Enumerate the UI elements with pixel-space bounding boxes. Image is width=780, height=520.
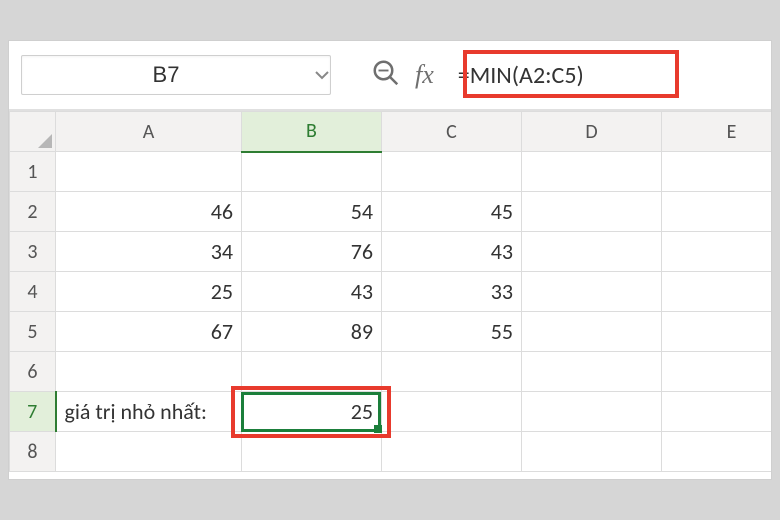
row-header-3[interactable]: 3	[10, 232, 56, 272]
col-header-E[interactable]: E	[662, 112, 772, 152]
chevron-down-icon[interactable]	[310, 60, 334, 90]
cell-C3[interactable]: 43	[382, 232, 522, 272]
row-header-8[interactable]: 8	[10, 432, 56, 472]
cell-E6[interactable]	[662, 352, 772, 392]
formula-toolbar: fx =MIN(A2:C5)	[9, 41, 771, 111]
cell-C4[interactable]: 33	[382, 272, 522, 312]
cell-E5[interactable]	[662, 312, 772, 352]
cell-A2[interactable]: 46	[56, 192, 242, 232]
cell-E4[interactable]	[662, 272, 772, 312]
select-all-corner[interactable]	[10, 112, 56, 152]
col-header-A[interactable]: A	[56, 112, 242, 152]
col-header-B[interactable]: B	[242, 112, 382, 152]
cell-D7[interactable]	[522, 392, 662, 432]
cell-B7[interactable]: 25	[242, 392, 382, 432]
cell-D5[interactable]	[522, 312, 662, 352]
col-header-D[interactable]: D	[522, 112, 662, 152]
cell-C6[interactable]	[382, 352, 522, 392]
cell-B8[interactable]	[242, 432, 382, 472]
cell-A7[interactable]: giá trị nhỏ nhất:	[56, 392, 242, 432]
row-header-6[interactable]: 6	[10, 352, 56, 392]
name-box-input[interactable]	[22, 62, 310, 88]
cell-D3[interactable]	[522, 232, 662, 272]
cell-E1[interactable]	[662, 152, 772, 192]
row-header-1[interactable]: 1	[10, 152, 56, 192]
cell-C7[interactable]	[382, 392, 522, 432]
cell-A6[interactable]	[56, 352, 242, 392]
cell-A3[interactable]: 34	[56, 232, 242, 272]
cell-E3[interactable]	[662, 232, 772, 272]
grid[interactable]: A B C D E 1 2 46 54	[9, 111, 771, 472]
row-header-4[interactable]: 4	[10, 272, 56, 312]
name-box[interactable]	[21, 55, 331, 95]
cell-C8[interactable]	[382, 432, 522, 472]
cell-B5[interactable]: 89	[242, 312, 382, 352]
row-header-7[interactable]: 7	[10, 392, 56, 432]
app-frame: fx =MIN(A2:C5) A B C D E	[0, 0, 780, 520]
cell-B3[interactable]: 76	[242, 232, 382, 272]
cell-D2[interactable]	[522, 192, 662, 232]
cell-E8[interactable]	[662, 432, 772, 472]
formula-bar-text: =MIN(A2:C5)	[452, 61, 584, 90]
cell-C1[interactable]	[382, 152, 522, 192]
cell-D4[interactable]	[522, 272, 662, 312]
cell-A1[interactable]	[56, 152, 242, 192]
cell-A8[interactable]	[56, 432, 242, 472]
cell-C2[interactable]: 45	[382, 192, 522, 232]
sheet-area[interactable]: A B C D E 1 2 46 54	[9, 111, 771, 479]
cell-D8[interactable]	[522, 432, 662, 472]
cell-E7[interactable]	[662, 392, 772, 432]
cell-B2[interactable]: 54	[242, 192, 382, 232]
search-icon[interactable]	[371, 58, 401, 93]
cell-A5[interactable]: 67	[56, 312, 242, 352]
fx-icon[interactable]: fx	[415, 60, 434, 90]
cell-A4[interactable]: 25	[56, 272, 242, 312]
cell-D1[interactable]	[522, 152, 662, 192]
cell-B6[interactable]	[242, 352, 382, 392]
cell-C5[interactable]: 55	[382, 312, 522, 352]
cell-B4[interactable]: 43	[242, 272, 382, 312]
cell-E2[interactable]	[662, 192, 772, 232]
formula-bar[interactable]: =MIN(A2:C5)	[452, 55, 759, 95]
row-header-5[interactable]: 5	[10, 312, 56, 352]
row-header-2[interactable]: 2	[10, 192, 56, 232]
spreadsheet-window: fx =MIN(A2:C5) A B C D E	[8, 40, 772, 480]
cell-D6[interactable]	[522, 352, 662, 392]
cell-B1[interactable]	[242, 152, 382, 192]
col-header-C[interactable]: C	[382, 112, 522, 152]
